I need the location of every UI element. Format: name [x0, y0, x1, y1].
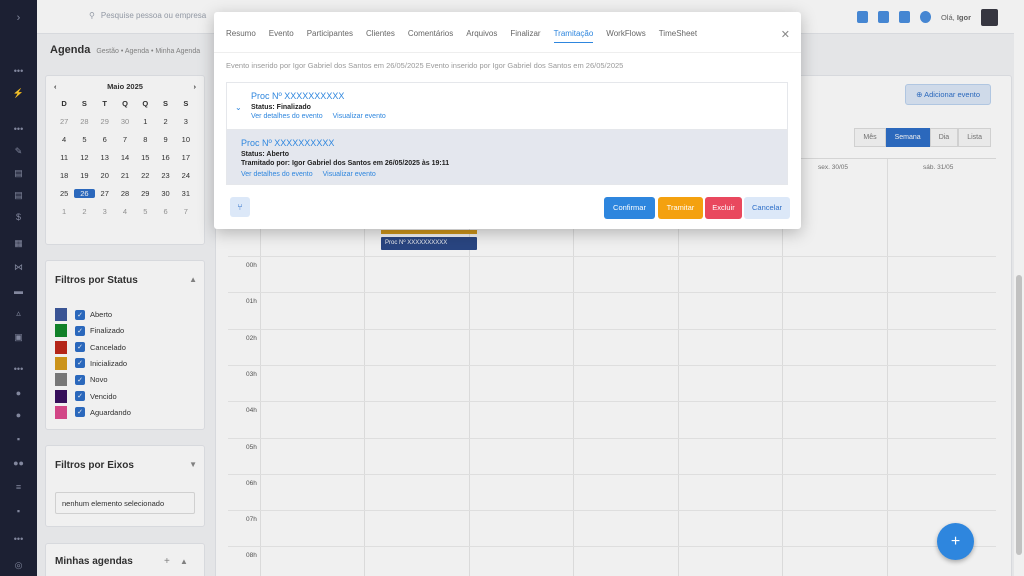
event-details-link[interactable]: Ver detalhes do evento [241, 171, 313, 178]
tab-participantes[interactable]: Participantes [307, 29, 353, 43]
scrollbar-thumb[interactable] [1016, 275, 1022, 555]
add-fab-button[interactable]: + [937, 523, 974, 560]
workflow-icon[interactable]: ⑂ [230, 197, 250, 217]
tab-workflows[interactable]: WorkFlows [606, 29, 645, 43]
proc-status: Status: Finalizado [251, 104, 311, 111]
event-details-link[interactable]: Ver detalhes do evento [251, 113, 323, 120]
tab-clientes[interactable]: Clientes [366, 29, 395, 43]
chevron-down-icon[interactable]: ⌄ [235, 103, 242, 112]
tab-evento[interactable]: Evento [269, 29, 294, 43]
proc-card: ⌄ Proc Nº XXXXXXXXXX Status: Finalizado … [226, 82, 788, 129]
modal-tabs: Resumo Evento Participantes Clientes Comentá… [226, 29, 697, 43]
cancel-button[interactable]: Cancelar [744, 197, 790, 219]
event-modal: Resumo Evento Participantes Clientes Comentá… [214, 12, 801, 229]
view-event-link[interactable]: Visualizar evento [333, 113, 386, 120]
tab-comentarios[interactable]: Comentários [408, 29, 453, 43]
tramitar-button[interactable]: Tramitar [658, 197, 703, 219]
proc-title[interactable]: Proc Nº XXXXXXXXXX [251, 91, 773, 101]
tab-finalizar[interactable]: Finalizar [510, 29, 540, 43]
tab-arquivos[interactable]: Arquivos [466, 29, 497, 43]
proc-status: Status: Aberto [241, 151, 289, 158]
tab-timesheet[interactable]: TimeSheet [659, 29, 697, 43]
close-icon[interactable]: ✕ [781, 28, 790, 41]
tab-tramitacao[interactable]: Tramitação [553, 29, 594, 43]
tab-resumo[interactable]: Resumo [226, 29, 256, 43]
proc-title[interactable]: Proc Nº XXXXXXXXXX [241, 138, 773, 148]
scrollbar[interactable] [1014, 0, 1024, 576]
proc-card: Proc Nº XXXXXXXXXX Status: Aberto Tramit… [226, 129, 788, 185]
confirm-button[interactable]: Confirmar [604, 197, 655, 219]
view-event-link[interactable]: Visualizar evento [323, 171, 376, 178]
proc-tramitado: Tramitado por: Igor Gabriel dos Santos e… [241, 160, 450, 167]
delete-button[interactable]: Excluir [705, 197, 742, 219]
event-info: Evento inserido por Igor Gabriel dos San… [226, 61, 624, 70]
